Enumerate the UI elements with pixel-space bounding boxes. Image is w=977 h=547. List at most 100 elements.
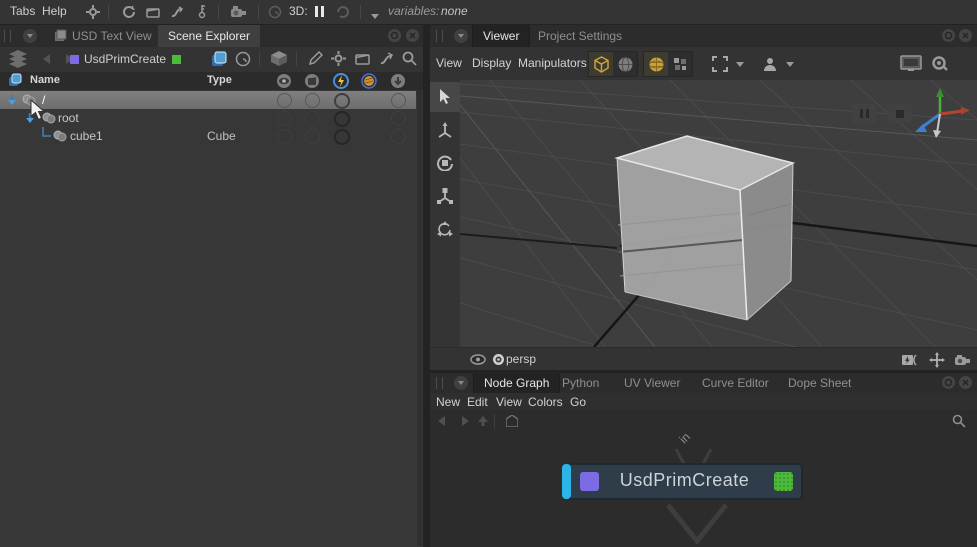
tab-project-settings[interactable]: Project Settings (528, 25, 632, 47)
panel-menu-button[interactable] (454, 29, 468, 43)
render-camera-icon[interactable] (230, 5, 246, 21)
live-update-column-icon[interactable] (333, 73, 349, 89)
settings-gear-icon[interactable] (86, 5, 100, 22)
tab-scene-explorer[interactable]: Scene Explorer (158, 25, 260, 47)
name-column-header[interactable]: Name (30, 74, 60, 86)
pause-icon[interactable] (315, 6, 324, 17)
download-column-icon[interactable] (390, 73, 406, 89)
current-node-label[interactable]: UsdPrimCreate (84, 52, 166, 66)
edit-pencil-icon[interactable] (308, 51, 323, 66)
tab-dope-sheet[interactable]: Dope Sheet (778, 373, 861, 393)
spiral-button-icon[interactable] (235, 51, 251, 67)
eye-icon[interactable] (470, 354, 486, 365)
variables-value[interactable]: none (441, 4, 468, 18)
usd-prim-create-node[interactable]: UsdPrimCreate (567, 464, 802, 499)
panel-close-button[interactable] (959, 29, 972, 42)
panel-close-button[interactable] (406, 29, 419, 42)
globe-view-button[interactable] (613, 52, 637, 76)
tab-uv-viewer[interactable]: UV Viewer (614, 373, 690, 393)
tab-python[interactable]: Python (552, 373, 609, 393)
tab-viewer[interactable]: Viewer (472, 25, 530, 47)
visibility-toggle[interactable] (277, 129, 292, 144)
viewer-menu-view[interactable]: View (436, 56, 462, 70)
key-icon[interactable] (196, 4, 208, 22)
tree-row-root-slash[interactable]: / (0, 91, 416, 109)
panel-splitter-vertical[interactable] (423, 25, 430, 547)
panel-drag-handle[interactable] (436, 377, 443, 389)
viewer-menu-display[interactable]: Display (472, 56, 511, 70)
ng-menu-colors[interactable]: Colors (528, 395, 563, 409)
panel-close-button[interactable] (959, 376, 972, 389)
panel-detach-button[interactable] (388, 29, 401, 42)
menu-help[interactable]: Help (42, 4, 67, 18)
shaded-cube-button[interactable] (589, 52, 613, 76)
gear-icon[interactable] (331, 51, 346, 66)
render-toggle[interactable] (305, 111, 320, 126)
stop-playback-button[interactable] (888, 104, 912, 123)
viewer-menu-manipulators[interactable]: Manipulators (518, 56, 587, 70)
node-graph-canvas[interactable]: in UsdPrimCreate (430, 432, 977, 547)
render-column-icon[interactable] (304, 73, 320, 89)
tab-node-graph[interactable]: Node Graph (473, 373, 560, 393)
exposure-icon[interactable] (902, 354, 920, 366)
camera-name-label[interactable]: persp (506, 352, 536, 366)
transform-tool-button[interactable] (430, 214, 460, 244)
home-node-icon[interactable] (506, 415, 518, 427)
menu-tabs[interactable]: Tabs (10, 4, 35, 18)
visibility-toggle[interactable] (277, 111, 292, 126)
type-column-header[interactable]: Type (207, 74, 232, 86)
panel-drag-handle[interactable] (4, 30, 11, 42)
camera-icon[interactable] (954, 354, 971, 366)
search-icon[interactable] (402, 51, 417, 66)
live-update-toggle[interactable] (334, 111, 350, 127)
viewport-3d[interactable] (460, 80, 977, 347)
tab-usd-text-view[interactable]: USD Text View (52, 25, 162, 47)
pause-playback-button[interactable] (852, 104, 876, 123)
sync-icon[interactable] (122, 5, 136, 22)
ng-menu-go[interactable]: Go (570, 395, 586, 409)
scale-tool-button[interactable] (430, 181, 460, 211)
tree-row-root[interactable]: root (0, 109, 416, 127)
download-toggle[interactable] (391, 111, 406, 126)
panel-menu-button[interactable] (454, 376, 468, 390)
material-column-icon[interactable] (361, 73, 377, 89)
texture-view-button[interactable] (668, 52, 692, 76)
camera-aperture-icon[interactable] (492, 353, 505, 366)
clapper-icon[interactable] (355, 52, 370, 65)
live-update-toggle[interactable] (334, 129, 350, 145)
visibility-toggle[interactable] (277, 93, 292, 108)
camera-user-dropdown[interactable] (762, 56, 794, 72)
download-toggle[interactable] (391, 129, 406, 144)
panel-menu-button[interactable] (23, 29, 37, 43)
tree-row-cube1[interactable]: cube1 Cube (0, 127, 416, 145)
render-toggle[interactable] (305, 93, 320, 108)
select-tool-button[interactable] (430, 82, 460, 112)
search-icon[interactable] (952, 414, 966, 428)
ng-menu-view[interactable]: View (496, 395, 522, 409)
visibility-column-icon[interactable] (276, 73, 292, 89)
panel-drag-handle[interactable] (436, 30, 443, 42)
render-toggle[interactable] (305, 129, 320, 144)
pan-move-icon[interactable] (929, 352, 945, 368)
layer-stack-icon[interactable] (8, 50, 28, 68)
display-monitor-icon[interactable] (900, 55, 922, 72)
snapshot-box-icon[interactable] (270, 50, 288, 67)
ng-menu-new[interactable]: New (436, 395, 460, 409)
curve-icon[interactable] (379, 51, 394, 66)
ng-menu-edit[interactable]: Edit (467, 395, 488, 409)
panel-splitter-horizontal[interactable] (430, 370, 977, 373)
rotate-tool-button[interactable] (430, 148, 460, 178)
tab-curve-editor[interactable]: Curve Editor (692, 373, 779, 393)
expand-arrow-icon[interactable] (6, 94, 18, 106)
panel-detach-button[interactable] (942, 376, 955, 389)
panel-detach-button[interactable] (942, 29, 955, 42)
variables-dropdown-caret[interactable] (371, 8, 379, 22)
download-toggle[interactable] (391, 93, 406, 108)
snapshot-camera-icon[interactable] (932, 56, 948, 71)
curve-icon[interactable] (170, 5, 184, 22)
tree-scrollbar[interactable] (417, 90, 422, 546)
default-lighting-button[interactable] (644, 52, 668, 76)
clapper-icon[interactable] (146, 6, 160, 21)
usd-cards-icon[interactable] (210, 50, 229, 68)
live-update-toggle[interactable] (334, 93, 350, 109)
